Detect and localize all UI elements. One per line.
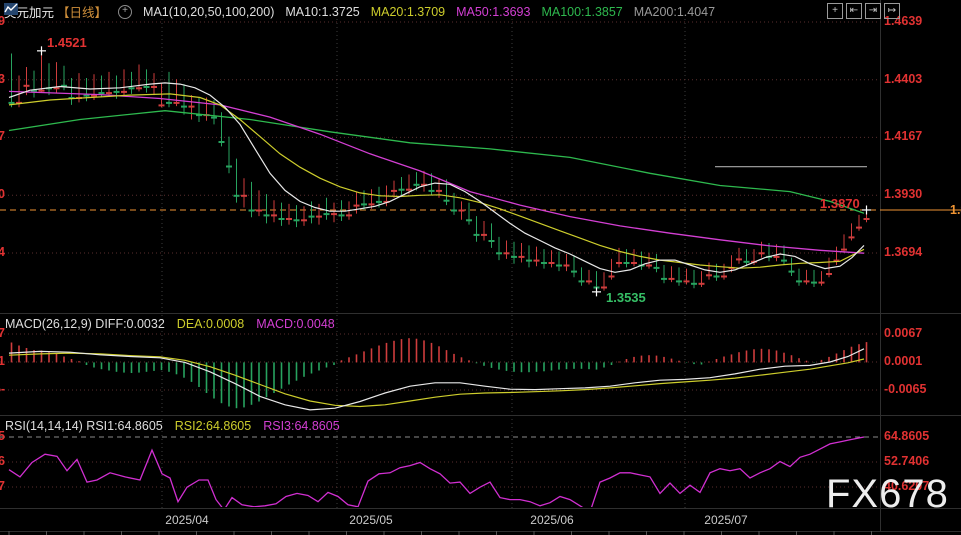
y-axis-label-clipped: -0.0065 bbox=[0, 382, 5, 396]
y-axis-label-clipped: 1.4167 bbox=[0, 129, 5, 143]
y-axis-label-clipped: 52.7406 bbox=[0, 454, 5, 468]
ma20-value: MA20:1.3709 bbox=[371, 5, 445, 19]
macd-header: MACD(26,12,9) DIFF:0.0032 DEA:0.0008 MAC… bbox=[5, 317, 335, 331]
last-price-annotation: 1.3870 bbox=[820, 196, 860, 211]
y-axis-label: 1.4167 bbox=[884, 129, 922, 143]
ma200-value: MA200:1.4047 bbox=[634, 5, 715, 19]
pan-icon[interactable]: + bbox=[827, 3, 843, 19]
rsi-header: RSI(14,14,14) RSI1:64.8605 RSI2:64.8605 … bbox=[5, 419, 340, 433]
y-axis-label: 1.4403 bbox=[884, 72, 922, 86]
scale-left-icon[interactable]: ⇤ bbox=[846, 3, 862, 19]
ma100-value: MA100:1.3857 bbox=[541, 5, 622, 19]
y-axis-label-clipped: 40.6207 bbox=[0, 479, 5, 493]
rsi1-value: RSI(14,14,14) RSI1:64.8605 bbox=[5, 419, 163, 433]
rsi2-value: RSI2:64.8605 bbox=[175, 419, 251, 433]
x-axis-label: 2025/07 bbox=[704, 513, 747, 527]
ma-group-label: MA1(10,20,50,100,200) bbox=[143, 5, 274, 19]
chart-canvas[interactable] bbox=[0, 0, 961, 535]
y-axis-label: 0.0001 bbox=[884, 354, 922, 368]
macd-dea-value: DEA:0.0008 bbox=[177, 317, 244, 331]
macd-hist-value: MACD:0.0048 bbox=[256, 317, 335, 331]
chart-type-icon[interactable] bbox=[4, 2, 18, 16]
y-axis-label-clipped: 1.3930 bbox=[0, 187, 5, 201]
high-price-annotation: 1.4521 bbox=[47, 35, 87, 50]
x-axis-label: 2025/06 bbox=[530, 513, 573, 527]
macd-diff-value: MACD(26,12,9) DIFF:0.0032 bbox=[5, 317, 165, 331]
y-axis-label: 0.0067 bbox=[884, 326, 922, 340]
x-axis-label: 2025/05 bbox=[349, 513, 392, 527]
trading-chart-window: 美元加元 【日线】 + MA1(10,20,50,100,200) MA10:1… bbox=[0, 0, 961, 535]
y-axis-label: 1.3694 bbox=[884, 245, 922, 259]
y-axis-label: -0.0065 bbox=[884, 382, 926, 396]
period-label: 【日线】 bbox=[57, 2, 107, 21]
fx678-watermark: FX678 bbox=[826, 472, 949, 517]
y-axis-label: 1.3930 bbox=[884, 187, 922, 201]
x-axis-label: 2025/04 bbox=[165, 513, 208, 527]
y-axis-label-clipped: 0.0001 bbox=[0, 354, 5, 368]
scale-right-icon[interactable]: ⇥ bbox=[865, 3, 881, 19]
low-price-annotation: 1.3535 bbox=[606, 290, 646, 305]
y-axis-label-clipped: 1.4403 bbox=[0, 72, 5, 86]
y-axis-label: 64.8605 bbox=[884, 429, 929, 443]
shift-right-icon[interactable]: ↦ bbox=[884, 3, 900, 19]
ma50-value: MA50:1.3693 bbox=[456, 5, 530, 19]
y-axis-label: 52.7406 bbox=[884, 454, 929, 468]
chart-toolbar: + ⇤ ⇥ ↦ bbox=[827, 3, 900, 19]
rsi3-value: RSI3:64.8605 bbox=[263, 419, 339, 433]
add-indicator-icon[interactable]: + bbox=[118, 5, 132, 19]
last-price-axis-tag: 1.3870 bbox=[950, 203, 961, 217]
y-axis-label-clipped: 1.3694 bbox=[0, 245, 5, 259]
ma10-value: MA10:1.3725 bbox=[285, 5, 359, 19]
main-chart-header: 美元加元 【日线】 + MA1(10,20,50,100,200) MA10:1… bbox=[4, 2, 715, 21]
